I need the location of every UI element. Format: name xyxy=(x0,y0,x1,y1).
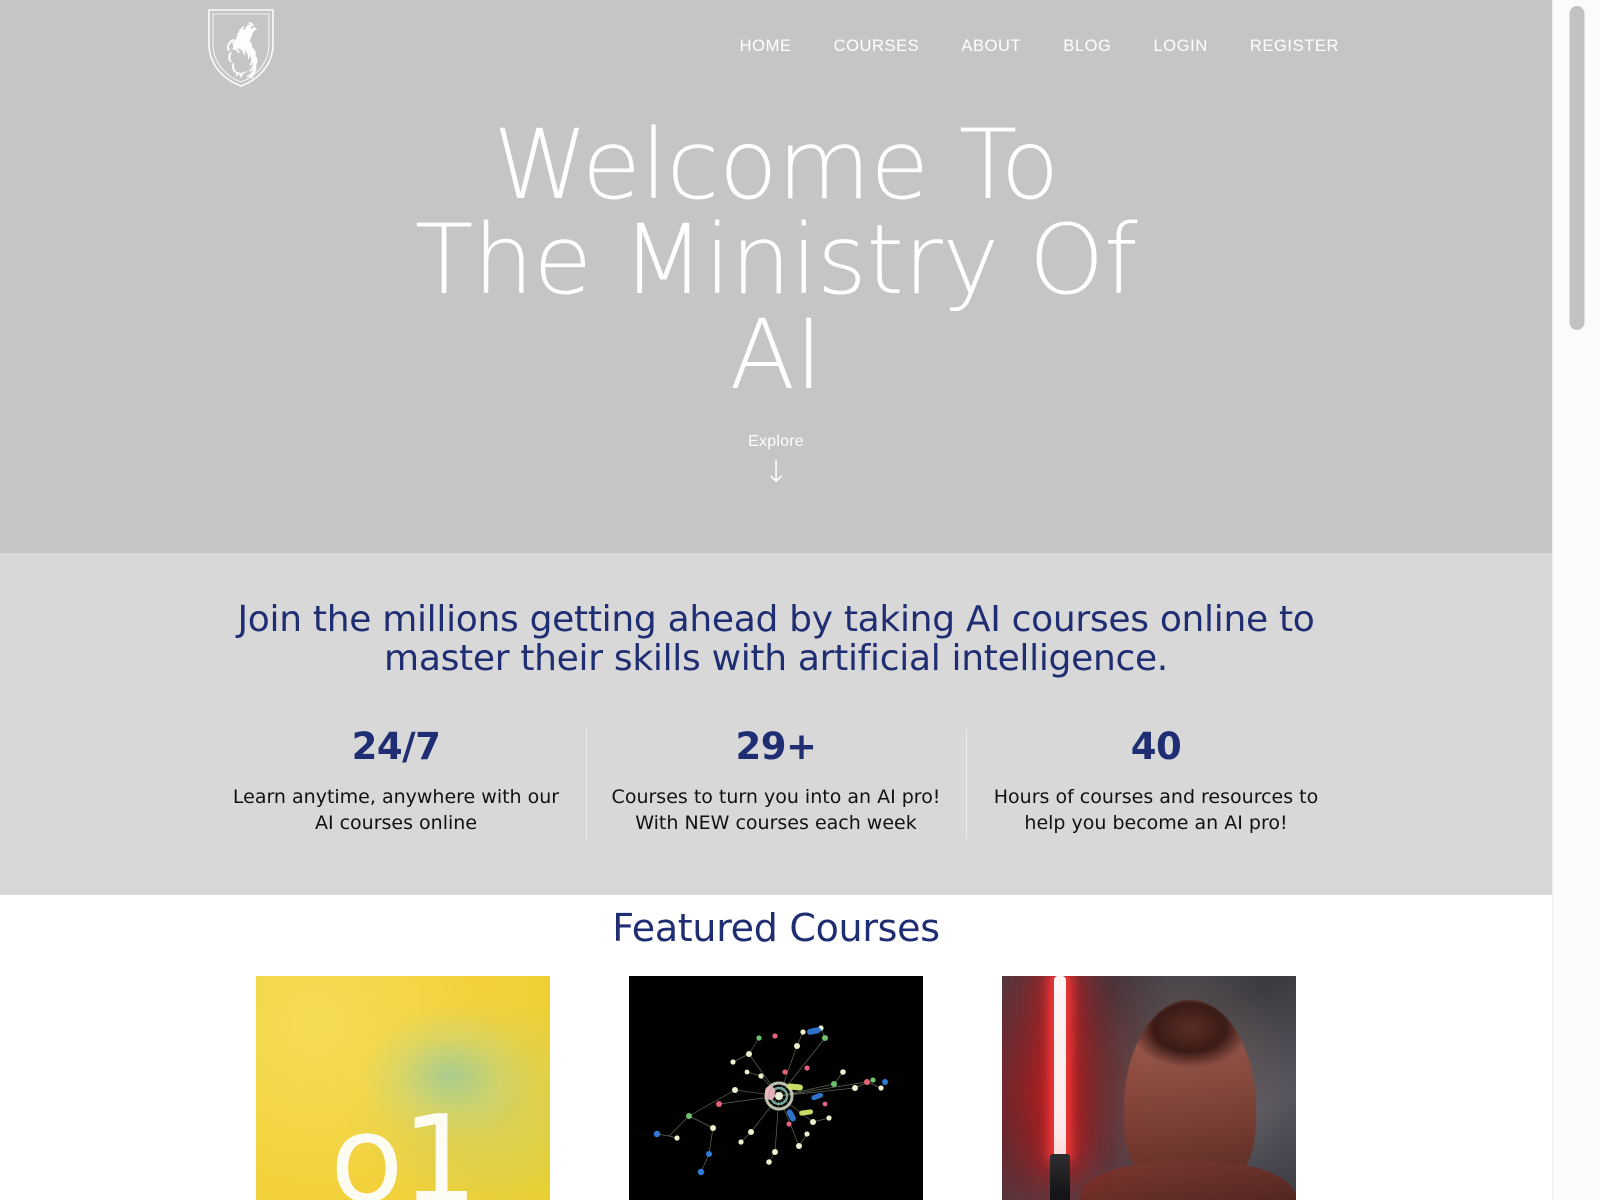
nav-item-register[interactable]: REGISTER xyxy=(1229,33,1360,59)
course-card[interactable] xyxy=(629,976,923,1200)
arrow-down-icon[interactable]: ↓ xyxy=(0,458,1552,488)
stat-value: 24/7 xyxy=(351,725,441,768)
nav-item-courses[interactable]: COURSES xyxy=(813,33,941,59)
nav-item-blog[interactable]: BLOG xyxy=(1042,33,1132,59)
explore-cta[interactable]: Explore ↓ xyxy=(0,432,1552,488)
shield-lion-crest-icon[interactable] xyxy=(203,4,279,90)
stat-value: 29+ xyxy=(735,725,818,768)
course-thumbnail-o1[interactable]: o1 xyxy=(256,976,550,1200)
hero-section: HOME COURSES ABOUT BLOG LOGIN REGISTER W… xyxy=(0,0,1552,553)
nav-links: HOME COURSES ABOUT BLOG LOGIN REGISTER xyxy=(719,33,1360,59)
page-root: HOME COURSES ABOUT BLOG LOGIN REGISTER W… xyxy=(0,0,1600,1200)
top-navigation-bar: HOME COURSES ABOUT BLOG LOGIN REGISTER xyxy=(0,0,1552,94)
stats-row: 24/7 Learn anytime, anywhere with our AI… xyxy=(206,725,1346,839)
course-thumbnail-network-graph[interactable] xyxy=(629,976,923,1200)
section-tagline: Join the millions getting ahead by takin… xyxy=(237,599,1315,679)
featured-courses-section: Featured Courses o1 xyxy=(0,895,1552,1200)
lightsaber-hilt-icon xyxy=(1050,1154,1070,1200)
hero-title: Welcome To The Ministry Of AI xyxy=(414,109,1138,411)
scrollbar-thumb[interactable] xyxy=(1569,6,1584,330)
explore-label: Explore xyxy=(748,433,804,450)
nav-item-about[interactable]: ABOUT xyxy=(940,33,1042,59)
stat-description: Learn anytime, anywhere with our AI cour… xyxy=(232,786,560,834)
featured-courses-title: Featured Courses xyxy=(612,906,940,950)
course-thumbnail-o1-label: o1 xyxy=(330,1091,478,1200)
portrait-body xyxy=(1080,1162,1296,1200)
course-thumbnail-lightsaber[interactable] xyxy=(1002,976,1296,1200)
stat-description: Courses to turn you into an AI pro! With… xyxy=(611,786,941,834)
page-viewport: HOME COURSES ABOUT BLOG LOGIN REGISTER W… xyxy=(0,0,1552,1200)
vertical-scrollbar[interactable] xyxy=(1552,0,1600,1200)
course-card[interactable]: o1 xyxy=(256,976,550,1200)
stat-item-availability: 24/7 Learn anytime, anywhere with our AI… xyxy=(206,725,586,836)
stat-item-hours: 40 Hours of courses and resources to hel… xyxy=(966,725,1346,839)
scrollbar-track[interactable] xyxy=(1553,0,1600,1200)
stat-description: Hours of courses and resources to help y… xyxy=(993,786,1319,834)
hero-content: Welcome To The Ministry Of AI Explore ↓ xyxy=(0,109,1552,488)
lightsaber-beam-icon xyxy=(1054,976,1066,1158)
stats-section: Join the millions getting ahead by takin… xyxy=(0,553,1552,895)
nav-item-login[interactable]: LOGIN xyxy=(1132,33,1228,59)
network-graph-icon xyxy=(653,1025,888,1176)
stat-item-course-count: 29+ Courses to turn you into an AI pro! … xyxy=(586,725,966,839)
course-card[interactable] xyxy=(1002,976,1296,1200)
featured-courses-row: o1 xyxy=(256,976,1296,1200)
nav-item-home[interactable]: HOME xyxy=(719,33,813,59)
stat-value: 40 xyxy=(1130,725,1182,768)
shield-lion-crest-svg xyxy=(208,9,274,87)
